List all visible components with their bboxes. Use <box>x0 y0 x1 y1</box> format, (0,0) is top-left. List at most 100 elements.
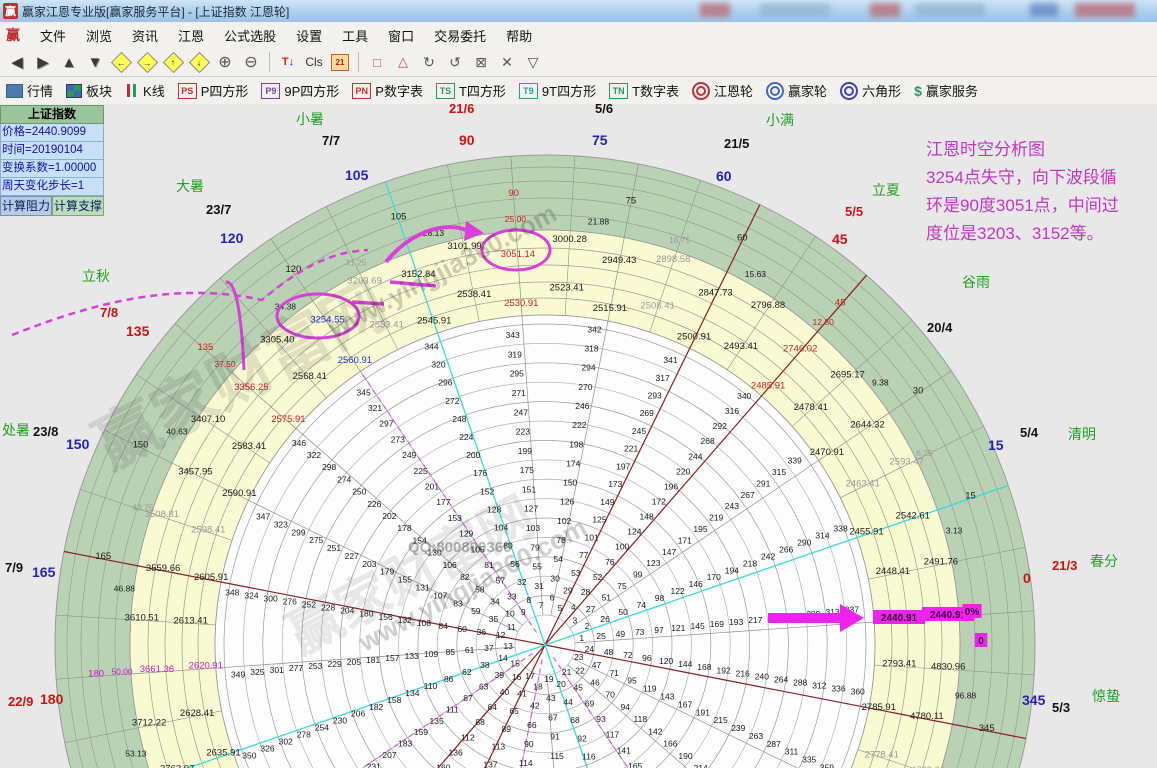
svg-text:346: 346 <box>292 438 306 448</box>
menu-item-1[interactable]: 浏览 <box>76 23 122 48</box>
menu-item-4[interactable]: 公式选股 <box>214 23 286 48</box>
svg-text:18: 18 <box>533 681 543 691</box>
svg-text:2778.41: 2778.41 <box>865 750 899 761</box>
svg-text:23: 23 <box>574 652 584 662</box>
T9-icon: T9 <box>519 83 538 99</box>
clear-icon[interactable]: ▽ <box>521 51 545 73</box>
TS-icon: TS <box>436 83 455 99</box>
pan-up-icon[interactable]: ↑ <box>161 51 185 73</box>
svg-text:3559.66: 3559.66 <box>146 563 180 574</box>
svg-text:321: 321 <box>368 403 382 413</box>
svg-text:37: 37 <box>484 643 494 653</box>
price-value: 价格=2440.9099 <box>0 124 104 142</box>
crosshair-icon[interactable]: ✕ <box>495 51 519 73</box>
ribbon-item-p-square[interactable]: PSP四方形 <box>178 81 249 100</box>
svg-text:26: 26 <box>600 614 610 624</box>
menu-item-0[interactable]: 文件 <box>30 23 76 48</box>
svg-text:343: 343 <box>506 330 520 340</box>
svg-text:3000.28: 3000.28 <box>553 234 587 245</box>
svg-text:206: 206 <box>351 709 365 719</box>
pan-down-icon[interactable]: ↓ <box>187 51 211 73</box>
ribbon-item-winner-wheel[interactable]: 赢家轮 <box>766 81 827 100</box>
wheel-label-23/7: 23/7 <box>206 202 231 217</box>
menu-bar: 赢 文件浏览资讯江恩公式选股设置工具窗口交易委托帮助 <box>0 22 1157 49</box>
svg-text:216: 216 <box>736 668 750 678</box>
svg-text:268: 268 <box>701 436 715 446</box>
menu-item-9[interactable]: 帮助 <box>496 23 542 48</box>
zoom-in-icon[interactable]: ⊕ <box>213 51 237 73</box>
svg-text:350: 350 <box>242 751 256 761</box>
pan-left-icon[interactable]: ← <box>109 51 133 73</box>
menu-item-6[interactable]: 工具 <box>332 23 378 48</box>
ribbon-item-winner-service[interactable]: $赢家服务 <box>914 81 978 100</box>
svg-text:175: 175 <box>520 465 534 475</box>
svg-text:341: 341 <box>663 355 677 365</box>
svg-text:177: 177 <box>436 497 450 507</box>
ribbon-item-market-quotes[interactable]: 行情 <box>6 81 53 100</box>
svg-text:44: 44 <box>563 697 573 707</box>
t-arrow-icon[interactable]: T↓ <box>276 51 300 73</box>
svg-text:97: 97 <box>654 625 664 635</box>
svg-text:141: 141 <box>617 745 631 755</box>
calc-support-button[interactable]: 计算支撑 <box>52 196 104 216</box>
cls-button[interactable]: Cls <box>302 51 326 73</box>
svg-text:96.88: 96.88 <box>955 691 977 701</box>
svg-text:89: 89 <box>502 724 512 734</box>
svg-text:10: 10 <box>505 609 515 619</box>
square-tool-icon[interactable]: □ <box>365 51 389 73</box>
ribbon-item-t-number-table[interactable]: TNT数字表 <box>609 81 679 100</box>
svg-text:73: 73 <box>635 627 645 637</box>
svg-text:12.50: 12.50 <box>813 317 835 327</box>
svg-text:21: 21 <box>562 667 572 677</box>
menu-item-5[interactable]: 设置 <box>286 23 332 48</box>
calc-resistance-button[interactable]: 计算阻力 <box>0 196 52 216</box>
svg-text:45: 45 <box>835 297 846 308</box>
nav-up-icon[interactable]: ▲ <box>57 51 81 73</box>
rotate-ccw-icon[interactable]: ↺ <box>443 51 467 73</box>
svg-text:2523.41: 2523.41 <box>550 283 584 294</box>
ribbon-item-gann-wheel[interactable]: 江恩轮 <box>692 81 753 100</box>
transform-coefficient: 变换系数=1.00000 <box>0 160 104 178</box>
blocks-icon <box>66 84 82 98</box>
ribbon-item-9t-square[interactable]: T99T四方形 <box>519 81 596 100</box>
svg-text:72: 72 <box>623 650 633 660</box>
ribbon-item-kline[interactable]: K线 <box>125 81 165 100</box>
grid-icon <box>6 84 23 98</box>
menu-item-3[interactable]: 江恩 <box>168 23 214 48</box>
svg-text:9: 9 <box>521 607 526 617</box>
svg-text:215: 215 <box>714 715 728 725</box>
ribbon-item-t-square[interactable]: TST四方形 <box>436 81 506 100</box>
svg-text:2949.43: 2949.43 <box>602 255 636 266</box>
ribbon-item-sectors[interactable]: 板块 <box>66 81 112 100</box>
select-box-icon[interactable]: ⊠ <box>469 51 493 73</box>
ribbon-item-p-number-table[interactable]: PNP数字表 <box>352 81 423 100</box>
menu-item-2[interactable]: 资讯 <box>122 23 168 48</box>
ribbon-item-hexagon[interactable]: 六角形 <box>840 81 901 100</box>
svg-text:2470.91: 2470.91 <box>810 447 844 458</box>
dollar-icon: $ <box>914 83 922 99</box>
nav-left-icon[interactable]: ◀ <box>5 51 29 73</box>
calendar-icon[interactable]: 21 <box>328 51 352 73</box>
rotate-cw-icon[interactable]: ↻ <box>417 51 441 73</box>
zoom-out-icon[interactable]: ⊖ <box>239 51 263 73</box>
svg-text:4780.11: 4780.11 <box>910 711 944 722</box>
triangle-tool-icon[interactable]: △ <box>391 51 415 73</box>
wheel-label-7/9: 7/9 <box>5 560 23 575</box>
menu-item-8[interactable]: 交易委托 <box>424 23 496 48</box>
menu-item-7[interactable]: 窗口 <box>378 23 424 48</box>
svg-text:4830.96: 4830.96 <box>931 662 965 673</box>
svg-text:271: 271 <box>512 388 526 398</box>
wheel-label-60: 60 <box>716 168 732 184</box>
svg-text:165: 165 <box>628 761 642 768</box>
ribbon-item-9p-square[interactable]: P99P四方形 <box>261 81 339 100</box>
nav-right-icon[interactable]: ▶ <box>31 51 55 73</box>
analysis-annotation: 江恩时空分析图3254点失守，向下波段循环是90度3051点，中间过度位是320… <box>926 136 1119 248</box>
nav-down-icon[interactable]: ▼ <box>83 51 107 73</box>
gann-wheel-chart-area[interactable]: 1234567891011121314151617181920212223242… <box>0 104 1157 768</box>
svg-text:60: 60 <box>457 624 467 634</box>
PN-icon: PN <box>352 83 371 99</box>
svg-text:239: 239 <box>731 723 745 733</box>
wheel-label-45: 45 <box>832 231 848 247</box>
pan-right-icon[interactable]: → <box>135 51 159 73</box>
solar-term-春分: 春分 <box>1090 551 1118 571</box>
